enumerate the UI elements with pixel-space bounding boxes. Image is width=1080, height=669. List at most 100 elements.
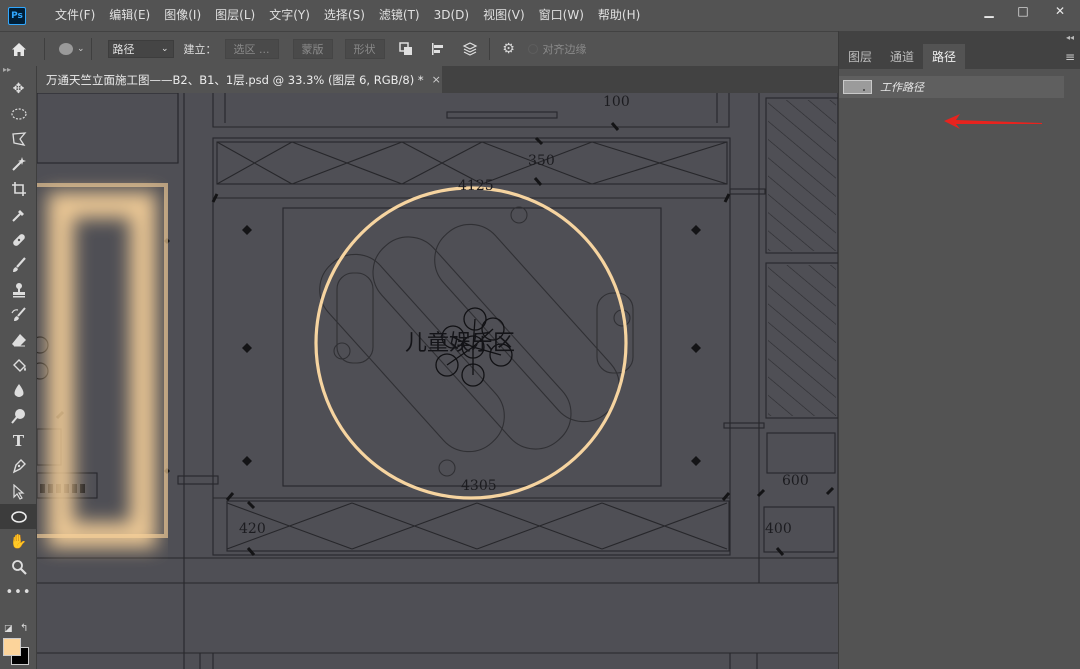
clone-stamp-tool[interactable] [0,278,37,303]
dim-label-100: 100 [603,94,630,110]
type-icon: T [12,432,25,451]
bandage-icon [12,233,25,246]
area-label: 儿童娱乐区 [405,331,516,356]
build-label: 建立： [183,43,217,56]
window-controls: ▁ □ ✕ [972,0,1080,22]
separator [90,38,92,60]
mode-select[interactable]: 路径 ⌄ [107,40,174,58]
foreground-color-swatch[interactable] [3,638,21,656]
maximize-button[interactable]: □ [1006,0,1040,22]
crop-icon [11,182,26,197]
path-operations-icon [398,42,412,55]
menu-filter[interactable]: 滤镜(T) [372,0,427,31]
menu-select[interactable]: 选择(S) [317,0,372,31]
make-shape-button[interactable]: 形状 [344,39,385,59]
chevron-down-icon: ⌄ [77,44,85,54]
eyedropper-tool[interactable] [0,202,37,227]
close-button[interactable]: ✕ [1040,0,1080,22]
options-bar: ⌄ 路径 ⌄ 建立： 选区 ... 蒙版 形状 ⚙ 对齐边缘 [0,31,838,66]
arrow-cursor-icon [12,483,25,500]
zoom-tool[interactable] [0,555,37,580]
dim-label-4125: 4125 [458,178,494,194]
paths-panel: ◂◂ 图层 通道 路径 ≡ 工作路径 [838,31,1080,669]
paint-bucket-icon [12,358,26,372]
menu-layer[interactable]: 图层(L) [208,0,262,31]
path-alignment-icon [431,43,443,55]
settings-button[interactable]: ⚙ [498,38,520,60]
menu-3d[interactable]: 3D(D) [427,0,476,31]
move-tool[interactable]: ✥ [0,76,37,101]
align-edges-label: 对齐边缘 [542,43,587,56]
chevron-down-icon: ⌄ [161,44,169,54]
menu-help[interactable]: 帮助(H) [591,0,647,31]
color-swatches: ◪ ↰ [2,622,36,667]
document-title: 万通天竺立面施工图——B2、B1、1层.psd @ 33.3% (图层 6, R… [46,72,424,87]
more-tools-button[interactable]: ••• [0,580,37,605]
menu-image[interactable]: 图像(I) [157,0,208,31]
type-tool[interactable]: T [0,429,37,454]
menu-view[interactable]: 视图(V) [476,0,532,31]
panel-grip-icon[interactable]: ▸▸ [0,66,36,76]
ellipse-tool[interactable] [0,504,37,530]
tool-preset-picker[interactable]: ⌄ [59,43,85,55]
magic-wand-icon [11,157,26,171]
close-tab-icon[interactable]: × [432,73,441,86]
dodge-tool[interactable] [0,403,37,428]
crop-tool[interactable] [0,177,37,202]
default-colors-icon[interactable]: ◪ [4,624,13,634]
dim-label-400: 400 [765,521,792,537]
document-canvas[interactable]: 100 350 4125 儿童娱乐区 4305 420 600 400 [37,93,838,669]
tab-paths[interactable]: 路径 [923,44,966,69]
eraser-icon [11,334,26,347]
history-brush-tool[interactable] [0,303,37,328]
path-name: 工作路径 [880,81,924,94]
eyedropper-icon [11,209,24,222]
lasso-tool[interactable] [0,126,37,151]
panel-menu-icon[interactable]: ≡ [1065,50,1075,64]
make-selection-button[interactable]: 选区 ... [224,39,279,59]
menu-items: 文件(F) 编辑(E) 图像(I) 图层(L) 文字(Y) 选择(S) 滤镜(T… [48,0,647,31]
hand-tool[interactable]: ✋ [0,529,37,554]
document-tab[interactable]: 万通天竺立面施工图——B2、B1、1层.psd @ 33.3% (图层 6, R… [37,66,442,93]
history-brush-icon [10,307,26,322]
tab-channels[interactable]: 通道 [881,44,923,69]
path-item-work-path[interactable]: 工作路径 [839,76,1064,98]
magic-wand-tool[interactable] [0,152,37,177]
pen-tool[interactable] [0,454,37,479]
drop-icon [14,383,23,397]
menu-window[interactable]: 窗口(W) [532,0,591,31]
path-selection-tool[interactable] [0,479,37,504]
path-operations-button[interactable] [395,38,417,60]
home-button[interactable] [0,42,38,57]
collapse-panels-icon[interactable]: ◂◂ [839,31,1080,44]
menu-type[interactable]: 文字(Y) [262,0,317,31]
brush-tool[interactable] [0,252,37,277]
eraser-tool[interactable] [0,328,37,353]
move-icon: ✥ [12,80,25,97]
menu-bar: Ps 文件(F) 编辑(E) 图像(I) 图层(L) 文字(Y) 选择(S) 滤… [0,0,1080,31]
photoshop-logo-icon[interactable]: Ps [8,6,26,25]
blur-tool[interactable] [0,378,37,403]
dim-label-4305: 4305 [461,478,497,494]
paint-bucket-tool[interactable] [0,353,37,378]
path-arrangement-button[interactable] [459,38,481,60]
ellipsis-icon: ••• [5,584,32,600]
tab-layers[interactable]: 图层 [839,44,881,69]
polygonal-lasso-icon [11,132,26,146]
healing-brush-tool[interactable] [0,227,37,252]
minimize-button[interactable]: ▁ [972,0,1006,22]
menu-file[interactable]: 文件(F) [48,0,102,31]
pen-icon [12,459,26,474]
marquee-tool[interactable] [0,101,37,126]
path-alignment-button[interactable] [427,38,449,60]
red-arrow-annotation [944,114,1042,129]
dim-label-420: 420 [239,521,266,537]
home-icon [12,42,26,56]
separator [44,38,45,60]
align-edges-checkbox[interactable] [527,44,538,54]
menu-edit[interactable]: 编辑(E) [102,0,157,31]
make-mask-button[interactable]: 蒙版 [292,39,333,59]
dodge-icon [10,409,25,424]
path-arrangement-icon [462,42,477,56]
swap-colors-icon[interactable]: ↰ [20,623,28,634]
